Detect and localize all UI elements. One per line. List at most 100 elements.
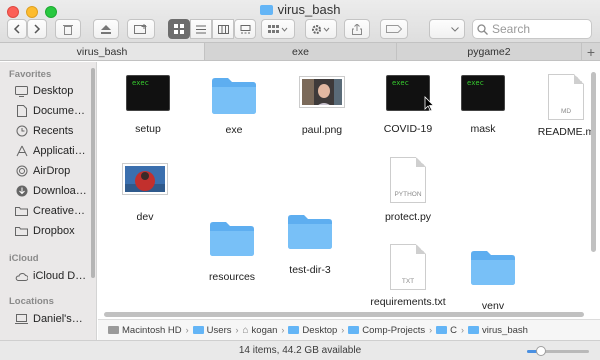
sidebar-scrollbar[interactable] — [91, 68, 95, 278]
horizontal-scrollbar[interactable] — [101, 312, 586, 318]
eject-button[interactable] — [93, 19, 119, 39]
path-item-macintosh-hd[interactable]: Macintosh HD — [108, 325, 182, 336]
gallery-view-button[interactable] — [234, 19, 256, 39]
search-icon — [477, 23, 488, 35]
file-name: venv — [481, 300, 505, 312]
path-label: Users — [206, 324, 232, 336]
chevron-right-icon: › — [460, 325, 464, 335]
file-item-paul-png[interactable]: paul.png — [282, 77, 362, 136]
sidebar-item-icloud-drive[interactable]: iCloud D… — [15, 267, 95, 285]
path-label: Comp-Projects — [362, 324, 426, 336]
column-view-button[interactable] — [212, 19, 234, 39]
document-icon: MD — [548, 74, 584, 120]
path-item-kogan[interactable]: ⌂ kogan — [242, 325, 277, 336]
path-label: virus_bash — [481, 324, 528, 336]
file-name: requirements.txt — [370, 296, 446, 308]
path-item-c[interactable]: C — [436, 325, 457, 336]
sidebar-item-applications[interactable]: Applicati… — [15, 142, 95, 160]
file-item-mask[interactable]: exec mask — [443, 75, 523, 135]
downloads-icon — [15, 185, 28, 198]
sidebar-item-airdrop[interactable]: AirDrop — [15, 162, 95, 180]
scrollbar-thumb[interactable] — [104, 312, 584, 317]
share-button[interactable] — [344, 19, 370, 39]
sidebar-item-dropbox[interactable]: Dropbox — [15, 222, 95, 240]
file-item-venv[interactable]: venv — [453, 248, 533, 312]
file-item-exe[interactable]: exe — [194, 75, 274, 136]
file-item-readme[interactable]: MD README.m — [526, 74, 600, 138]
slider-knob[interactable] — [535, 346, 546, 356]
file-item-protect-py[interactable]: PYTHON protect.py — [368, 157, 448, 223]
chevron-left-icon — [13, 24, 20, 34]
applications-icon — [15, 145, 28, 158]
tab-virus-bash[interactable]: virus_bash — [0, 43, 205, 60]
folder-icon — [259, 5, 273, 15]
tab-label: exe — [292, 45, 309, 58]
doc-kind: MD — [560, 108, 572, 115]
home-icon: ⌂ — [242, 324, 249, 336]
add-tab-button[interactable]: + — [582, 43, 600, 60]
group-by-button[interactable] — [261, 19, 295, 39]
action-menu-button[interactable] — [305, 19, 337, 39]
sidebar-item-creative[interactable]: Creative… — [15, 202, 95, 220]
path-item-comp-projects[interactable]: Comp-Projects — [348, 325, 425, 336]
columns-icon — [217, 24, 229, 34]
folder-icon — [471, 251, 515, 285]
folder-icon — [15, 205, 28, 218]
file-item-dev[interactable]: dev — [105, 164, 185, 223]
file-name: protect.py — [384, 211, 432, 223]
file-name: dev — [136, 211, 154, 223]
file-item-setup[interactable]: exec setup — [108, 75, 188, 135]
view-options-dropdown[interactable] — [429, 19, 465, 39]
chevron-down-icon — [451, 26, 459, 32]
chevron-right-icon — [34, 24, 41, 34]
sidebar-header-icloud: iCloud — [9, 253, 39, 264]
sidebar-item-label: Downloa… — [33, 185, 87, 197]
sidebar: Favorites Desktop Docume… Recents Applic… — [0, 62, 97, 341]
path-item-desktop[interactable]: Desktop — [288, 325, 337, 336]
search-input[interactable]: Search — [472, 19, 592, 39]
sidebar-item-recents[interactable]: Recents — [15, 122, 95, 140]
icon-view-button[interactable] — [168, 19, 190, 39]
sidebar-item-downloads[interactable]: Downloa… — [15, 182, 95, 200]
folder-icon — [467, 326, 479, 334]
vertical-scrollbar[interactable] — [591, 72, 596, 252]
file-item-requirements-txt[interactable]: TXT requirements.txt — [368, 244, 448, 308]
path-label: kogan — [251, 324, 278, 336]
path-item-virus-bash[interactable]: virus_bash — [467, 324, 528, 336]
back-button[interactable] — [7, 19, 27, 39]
path-label: Desktop — [302, 324, 338, 336]
sidebar-item-label: Docume… — [33, 105, 85, 117]
sidebar-item-documents[interactable]: Docume… — [15, 102, 95, 120]
icon-size-slider[interactable] — [527, 346, 589, 356]
tab-exe[interactable]: exe — [205, 43, 397, 60]
folder-icon — [192, 326, 204, 334]
file-item-test-dir-3[interactable]: test-dir-3 — [270, 212, 350, 276]
chevron-right-icon: › — [429, 325, 433, 335]
file-name: resources — [208, 271, 256, 283]
file-name: COVID-19 — [383, 123, 433, 135]
airdrop-icon — [15, 165, 28, 178]
path-item-users[interactable]: Users — [192, 324, 232, 336]
chevron-right-icon: › — [341, 325, 345, 335]
doc-kind: PYTHON — [394, 191, 422, 198]
cloud-icon — [15, 270, 28, 283]
documents-icon — [15, 105, 28, 118]
tags-button[interactable] — [380, 19, 408, 39]
tab-pygame2[interactable]: pygame2 — [397, 43, 582, 60]
status-text: 14 items, 44.2 GB available — [238, 345, 362, 356]
folder-icon — [212, 78, 256, 114]
file-name: exe — [225, 124, 243, 136]
forward-button[interactable] — [27, 19, 47, 39]
new-folder-button[interactable] — [127, 19, 155, 39]
finder-window: virus_bash Search virus_bash exe pygame2… — [0, 0, 600, 360]
sidebar-item-daniels-laptop[interactable]: Daniel's… — [15, 310, 95, 328]
path-bar: Macintosh HD › Users › ⌂ kogan › Desktop … — [98, 319, 600, 340]
trash-button[interactable] — [55, 19, 81, 39]
sidebar-item-label: Creative… — [33, 205, 85, 217]
desktop-icon — [15, 85, 28, 98]
file-item-resources[interactable]: resources — [192, 219, 272, 283]
list-view-button[interactable] — [190, 19, 212, 39]
file-item-covid-19[interactable]: exec COVID-19 — [368, 75, 448, 135]
window-title: virus_bash — [0, 2, 600, 17]
sidebar-item-desktop[interactable]: Desktop — [15, 82, 95, 100]
